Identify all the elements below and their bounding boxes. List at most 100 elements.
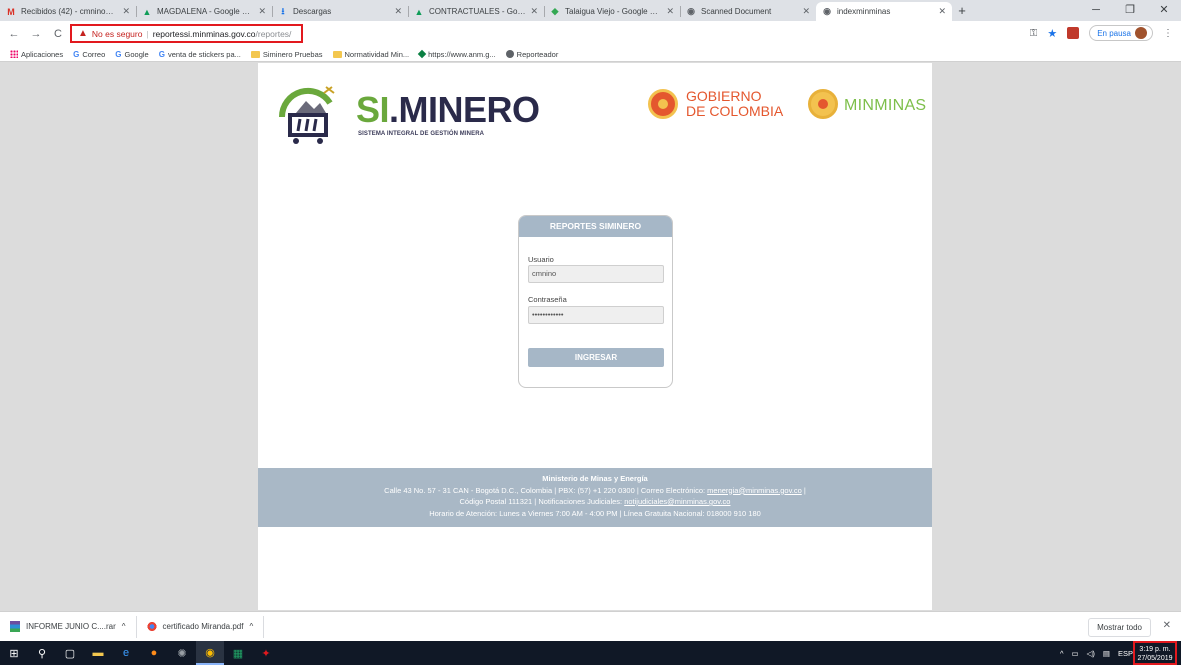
anm-diamond-icon	[417, 49, 427, 59]
clock-date: 27/05/2019	[1137, 655, 1173, 662]
volume-icon[interactable]: ◁)	[1087, 649, 1095, 658]
windows-start-icon[interactable]: ⊞	[0, 641, 28, 665]
tab-title: indexminminas	[837, 7, 891, 16]
tab-title: Descargas	[293, 7, 332, 16]
globe-icon	[505, 50, 514, 58]
url-separator: |	[146, 28, 149, 39]
windows-taskbar: ⊞ ⚲ ▢ ▬ e ● ✺ ◉ ▦ ✦ ^ ▭ ◁) ▤ ESP 3:19 p.…	[0, 641, 1181, 665]
key-icon[interactable]: ⚿	[1030, 28, 1038, 39]
edge-icon[interactable]: e	[112, 641, 140, 665]
tab-drive-magdalena[interactable]: ▲ MAGDALENA - Google Drive ✕	[136, 2, 272, 21]
brand-title: SI.MINERO	[356, 89, 540, 130]
drive-icon: ▲	[414, 6, 424, 17]
address-bar[interactable]: ▲ No es seguro | reportessi.minminas.gov…	[70, 24, 303, 43]
footer-hours-line: Horario de Atención: Lunes a Viernes 7:0…	[429, 508, 761, 518]
apps-grid-icon	[10, 50, 18, 58]
url-path: /reportes/	[255, 28, 292, 39]
warning-icon[interactable]: ▲	[78, 28, 88, 39]
tab-descargas[interactable]: ⭳ Descargas ✕	[272, 2, 408, 21]
file-explorer-icon[interactable]: ▬	[84, 641, 112, 665]
close-tab-icon[interactable]: ✕	[666, 6, 674, 17]
bookmark-apps[interactable]: Aplicaciones	[10, 50, 63, 59]
folder-icon	[332, 50, 342, 58]
chevron-up-icon[interactable]: ^	[249, 622, 253, 631]
bookmark-normatividad[interactable]: Normatividad Min...	[332, 50, 409, 59]
chrome-icon[interactable]: ◉	[196, 641, 224, 665]
network-icon[interactable]: ▭	[1072, 649, 1079, 658]
minminas-text: MINMINAS	[844, 97, 927, 114]
firefox-icon[interactable]: ●	[140, 641, 168, 665]
bookmark-stickers[interactable]: Gventa de stickers pa...	[159, 50, 241, 59]
close-tab-icon[interactable]: ✕	[122, 6, 130, 17]
globe-icon: ◉	[823, 6, 831, 16]
bookmark-star-icon[interactable]: ★	[1047, 27, 1057, 40]
bookmark-google[interactable]: G Google	[115, 50, 148, 59]
bookmark-correo[interactable]: G Correo	[73, 50, 105, 59]
email-link[interactable]: menergia@minminas.gov.co	[707, 486, 802, 495]
tab-gmail[interactable]: M Recibidos (42) - cmnino@minen ✕	[0, 2, 136, 21]
close-tab-icon[interactable]: ✕	[938, 6, 946, 17]
winrar-icon	[10, 621, 20, 632]
show-all-downloads-button[interactable]: Mostrar todo	[1088, 618, 1151, 637]
chevron-up-icon[interactable]: ^	[122, 622, 126, 631]
chevron-up-icon[interactable]: ^	[1060, 649, 1064, 658]
acrobat-icon[interactable]: ✦	[252, 641, 280, 665]
bookmark-anm[interactable]: https://www.anm.g...	[417, 49, 496, 59]
language-indicator[interactable]: ESP	[1118, 649, 1133, 658]
tab-title: Recibidos (42) - cmnino@minen	[21, 7, 118, 16]
bookmark-siminero-pruebas[interactable]: Siminero Pruebas	[250, 50, 323, 59]
gobierno-logo: GOBIERNO DE COLOMBIA	[648, 89, 798, 129]
tab-drive-contractuales[interactable]: ▲ CONTRACTUALES - Google Drive ✕	[408, 2, 544, 21]
window-controls: ─ ❐ ✕	[1079, 0, 1181, 21]
gmail-icon: M	[7, 6, 15, 17]
login-submit-button[interactable]: INGRESAR	[528, 348, 664, 367]
drive-icon: ▲	[142, 6, 152, 17]
excel-icon[interactable]: ▦	[224, 641, 252, 665]
gobierno-text: GOBIERNO DE COLOMBIA	[686, 88, 784, 119]
globe-icon: ◉	[687, 6, 695, 16]
download-item[interactable]: certificado Miranda.pdf ^	[137, 615, 265, 638]
notification-icon[interactable]: ▤	[1103, 649, 1110, 658]
system-clock[interactable]: 3:19 p. m. 27/05/2019	[1133, 641, 1177, 665]
system-tray: ^ ▭ ◁) ▤ ESP	[1060, 641, 1133, 665]
tab-title: Scanned Document	[701, 7, 772, 16]
back-arrow-icon[interactable]: ←	[6, 28, 22, 40]
maps-icon: ◆	[551, 6, 559, 16]
new-tab-button[interactable]: +	[952, 2, 972, 21]
google-icon: G	[115, 49, 122, 59]
close-tab-icon[interactable]: ✕	[530, 6, 538, 17]
task-view-icon[interactable]: ▢	[56, 641, 84, 665]
close-tab-icon[interactable]: ✕	[802, 6, 810, 17]
not-secure-label[interactable]: No es seguro	[92, 29, 143, 39]
close-tab-icon[interactable]: ✕	[394, 6, 402, 17]
tab-scanned-document[interactable]: ◉ Scanned Document ✕	[680, 2, 816, 21]
siminero-logo: SI.MINERO SISTEMA INTEGRAL DE GESTIÓN MI…	[276, 77, 540, 155]
folder-icon	[250, 50, 260, 58]
menu-kebab-icon[interactable]: ⋮	[1163, 28, 1173, 39]
profile-pause-button[interactable]: En pausa	[1089, 25, 1153, 41]
download-icon: ⭳	[281, 5, 285, 16]
close-window-icon[interactable]: ✕	[1147, 0, 1181, 21]
tab-indexminminas[interactable]: ◉ indexminminas ✕	[816, 2, 952, 21]
login-panel: REPORTES SIMINERO Usuario cmnino Contras…	[518, 215, 673, 388]
judicial-email-link[interactable]: notijudiciales@minminas.gov.co	[624, 497, 730, 506]
download-item[interactable]: INFORME JUNIO C....rar ^	[0, 615, 137, 638]
close-tab-icon[interactable]: ✕	[258, 6, 266, 17]
tab-title: MAGDALENA - Google Drive	[157, 7, 255, 16]
reload-icon[interactable]: C	[50, 28, 66, 40]
close-shelf-icon[interactable]: ✕	[1163, 620, 1171, 631]
toolbar-right: ⚿ ★ En pausa ⋮	[1030, 25, 1173, 41]
username-input[interactable]: cmnino	[528, 265, 664, 283]
pause-label: En pausa	[1097, 28, 1131, 38]
pdf-extension-icon[interactable]	[1067, 27, 1080, 39]
browser-toolbar: ← → C ▲ No es seguro | reportessi.minmin…	[0, 21, 1181, 47]
restore-icon[interactable]: ❐	[1113, 0, 1147, 21]
tab-maps[interactable]: ◆ Talaigua Viejo - Google Maps ✕	[544, 2, 680, 21]
minimize-icon[interactable]: ─	[1079, 0, 1113, 21]
search-icon[interactable]: ⚲	[28, 641, 56, 665]
password-input[interactable]: ••••••••••••	[528, 306, 664, 324]
app-icon[interactable]: ✺	[168, 641, 196, 665]
page-footer: Ministerio de Minas y Energía Calle 43 N…	[258, 468, 932, 527]
forward-arrow-icon[interactable]: →	[28, 28, 44, 40]
bookmark-reporteador[interactable]: Reporteador	[505, 50, 558, 59]
